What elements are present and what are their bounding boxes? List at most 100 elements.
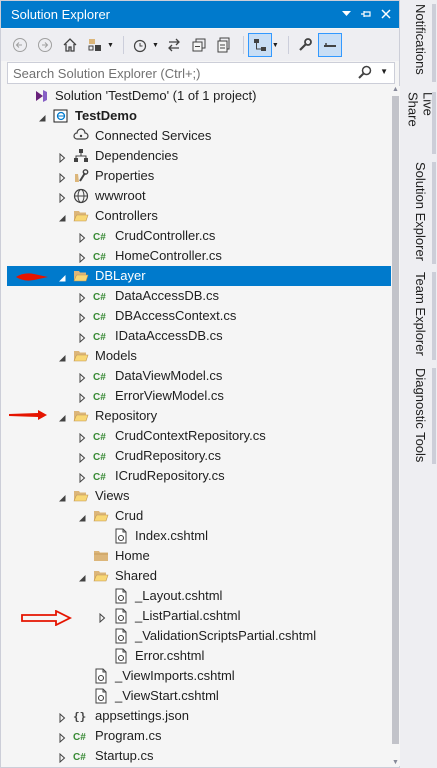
tree-item[interactable]: Models xyxy=(7,346,391,366)
tree-item[interactable]: DBLayer xyxy=(7,266,391,286)
tree-item[interactable]: Dependencies xyxy=(7,146,391,166)
collapsed-arrow-icon[interactable] xyxy=(77,291,87,304)
tree-item-label: DataViewModel.cs xyxy=(115,368,223,383)
tree-item[interactable]: wwwroot xyxy=(7,186,391,206)
tree-item[interactable]: Error.cshtml xyxy=(7,646,391,666)
tree-item[interactable]: C# CrudRepository.cs xyxy=(7,446,391,466)
tree-item-label: CrudController.cs xyxy=(115,228,216,243)
chevron-down-icon[interactable]: ▼ xyxy=(107,42,114,49)
tree-item[interactable]: C# IDataAccessDB.cs xyxy=(7,326,391,346)
tree-item[interactable]: _ViewImports.cshtml xyxy=(7,666,391,686)
tree-item[interactable]: Shared xyxy=(7,566,391,586)
scrollbar-thumb[interactable] xyxy=(392,96,399,744)
collapsed-arrow-icon[interactable] xyxy=(77,311,87,324)
tree-item[interactable]: C# Startup.cs xyxy=(7,746,391,766)
tree-item[interactable]: Controllers xyxy=(7,206,391,226)
show-all-files-icon[interactable] xyxy=(213,34,235,56)
side-tab[interactable]: Diagnostic Tools xyxy=(404,368,437,464)
tree-item[interactable]: C# HomeController.cs xyxy=(7,246,391,266)
vertical-scrollbar[interactable]: ▲ ▼ xyxy=(391,86,400,766)
expanded-arrow-icon[interactable] xyxy=(57,211,67,222)
dropdown-arrow-icon[interactable] xyxy=(339,6,353,22)
close-icon[interactable] xyxy=(379,6,393,22)
collapsed-arrow-icon[interactable] xyxy=(57,731,67,744)
back-icon[interactable] xyxy=(9,34,31,56)
home-icon[interactable] xyxy=(59,34,81,56)
tree-item[interactable]: Repository xyxy=(7,406,391,426)
tree-item[interactable]: Home xyxy=(7,546,391,566)
tree-item[interactable]: _Layout.cshtml xyxy=(7,586,391,606)
collapsed-arrow-icon[interactable] xyxy=(57,151,67,164)
tree-item[interactable]: C# ICrudRepository.cs xyxy=(7,466,391,486)
properties-icon[interactable] xyxy=(294,34,316,56)
tree-item[interactable]: C# CrudContextRepository.cs xyxy=(7,426,391,446)
collapsed-arrow-icon[interactable] xyxy=(77,471,87,484)
tree-item[interactable]: C# ErrorViewModel.cs xyxy=(7,386,391,406)
collapsed-arrow-icon[interactable] xyxy=(77,331,87,344)
expanded-arrow-icon[interactable] xyxy=(57,351,67,362)
side-tab-indicator xyxy=(432,4,436,82)
tree-item[interactable]: _ValidationScriptsPartial.cshtml xyxy=(7,626,391,646)
expanded-arrow-icon[interactable] xyxy=(77,511,87,522)
chevron-down-icon[interactable]: ▼ xyxy=(272,42,279,49)
expanded-arrow-icon[interactable] xyxy=(57,411,67,422)
search-box[interactable]: ▼ xyxy=(7,62,395,84)
tree-item[interactable]: C# CrudController.cs xyxy=(7,226,391,246)
scroll-down-icon[interactable]: ▼ xyxy=(392,759,399,766)
side-tab-label: Live Share xyxy=(405,92,436,127)
side-tab[interactable]: Notifications xyxy=(404,4,437,82)
tree-item-label: _Layout.cshtml xyxy=(135,588,223,603)
tree-item[interactable]: C# DataViewModel.cs xyxy=(7,366,391,386)
tree-item[interactable]: Connected Services xyxy=(7,126,391,146)
collapsed-arrow-icon[interactable] xyxy=(77,431,87,444)
side-tab[interactable]: Live Share xyxy=(404,92,437,154)
tree-item[interactable]: Index.cshtml xyxy=(7,526,391,546)
collapsed-arrow-icon[interactable] xyxy=(77,451,87,464)
tree-item[interactable]: TestDemo xyxy=(7,106,391,126)
collapsed-arrow-icon[interactable] xyxy=(77,251,87,264)
properties-wrench-icon xyxy=(73,168,89,184)
collapsed-arrow-icon[interactable] xyxy=(57,191,67,204)
search-options-dropdown-icon[interactable]: ▼ xyxy=(380,67,388,76)
chevron-down-icon[interactable]: ▼ xyxy=(152,42,159,49)
tree-item[interactable]: Crud xyxy=(7,506,391,526)
expanded-arrow-icon[interactable] xyxy=(77,571,87,582)
tree-item[interactable]: Views xyxy=(7,486,391,506)
tree-item[interactable]: C# Program.cs xyxy=(7,726,391,746)
side-tab-label: Team Explorer xyxy=(413,272,428,356)
side-tab[interactable]: Team Explorer xyxy=(404,272,437,360)
collapsed-arrow-icon[interactable] xyxy=(77,391,87,404)
search-input[interactable] xyxy=(13,65,353,81)
collapsed-arrow-icon[interactable] xyxy=(57,751,67,764)
expanded-arrow-icon[interactable] xyxy=(57,491,67,502)
tree-item[interactable]: C# DBAccessContext.cs xyxy=(7,306,391,326)
app-window: Solution Explorer ▼ ▼ ▼ Search Solution … xyxy=(0,0,437,768)
preview-selected-icon[interactable] xyxy=(247,33,272,57)
panel-title-bar[interactable]: Solution Explorer xyxy=(1,1,399,28)
tree-item[interactable]: C# DataAccessDB.cs xyxy=(7,286,391,306)
collapsed-arrow-icon[interactable] xyxy=(77,371,87,384)
collapsed-arrow-icon[interactable] xyxy=(77,231,87,244)
tree-item[interactable]: _ViewStart.cshtml xyxy=(7,686,391,706)
pin-icon[interactable] xyxy=(359,6,373,22)
switch-views-icon[interactable] xyxy=(84,34,106,56)
history-icon[interactable] xyxy=(129,34,151,56)
pending-changes-icon[interactable] xyxy=(317,33,342,57)
expanded-arrow-icon[interactable] xyxy=(57,271,67,282)
side-tab-indicator xyxy=(432,272,436,360)
tree-item[interactable]: {} appsettings.json xyxy=(7,706,391,726)
sync-icon[interactable] xyxy=(163,34,185,56)
collapsed-arrow-icon[interactable] xyxy=(57,171,67,184)
search-icon[interactable] xyxy=(358,65,372,82)
side-tab[interactable]: Solution Explorer xyxy=(404,162,437,264)
forward-icon[interactable] xyxy=(34,34,56,56)
collapse-all-icon[interactable] xyxy=(188,34,210,56)
tree-item[interactable]: Properties xyxy=(7,166,391,186)
expanded-arrow-icon[interactable] xyxy=(37,111,47,122)
scroll-up-icon[interactable]: ▲ xyxy=(392,86,399,93)
tree-item[interactable]: Solution 'TestDemo' (1 of 1 project) xyxy=(7,86,391,106)
collapsed-arrow-icon[interactable] xyxy=(57,711,67,724)
collapsed-arrow-icon[interactable] xyxy=(97,611,107,624)
tree-item-label: ErrorViewModel.cs xyxy=(115,388,224,403)
tree-item-label: CrudContextRepository.cs xyxy=(115,428,266,443)
